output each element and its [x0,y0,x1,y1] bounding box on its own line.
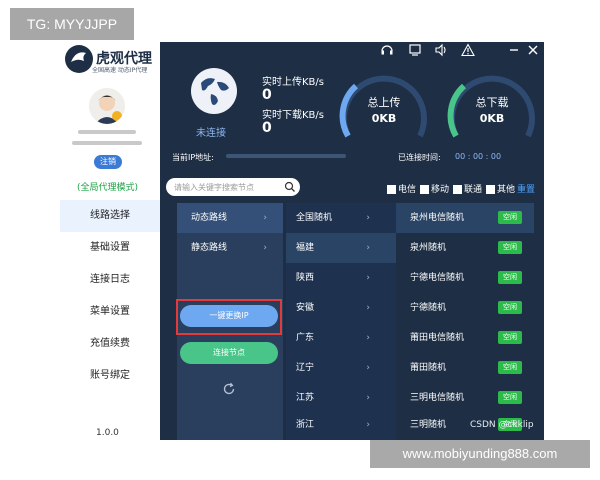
region-item[interactable]: 全国随机 › [286,203,396,233]
node-item[interactable]: 三明电信随机 空闲 [396,383,534,413]
region-item[interactable]: 安徽 › [286,293,396,323]
filter-unicom[interactable]: 联通 [453,182,482,195]
account-id-blurred [78,130,136,134]
route-type-dynamic[interactable]: 动态路线 › [177,203,283,233]
node-item[interactable]: 宁德电信随机 空闲 [396,263,534,293]
status-badge: 空闲 [498,271,522,284]
message-icon[interactable] [408,43,422,57]
csdn-watermark: CSDN @ckklip [470,420,534,430]
current-ip-label: 当前IP地址: [172,153,214,162]
search-placeholder: 请输入关键字搜索节点 [174,183,254,192]
total-download-label: 总下载 [475,96,509,109]
refresh-icon[interactable] [222,382,236,396]
sidebar-item-menu-settings[interactable]: 菜单设置 [60,296,160,328]
tiger-logo-icon [65,45,93,73]
region-item[interactable]: 江苏 › [286,383,396,413]
filter-mobile[interactable]: 移动 [420,182,449,195]
total-upload-value: 0KB [371,112,397,125]
status-badge: 空闲 [498,301,522,314]
node-item[interactable]: 莆田电信随机 空闲 [396,323,534,353]
sidebar-item-basic-settings[interactable]: 基础设置 [60,232,160,264]
node-item[interactable]: 宁德随机 空闲 [396,293,534,323]
region-item[interactable]: 陕西 › [286,263,396,293]
sidebar-item-connection-log[interactable]: 连接日志 [60,264,160,296]
headset-icon[interactable] [380,43,394,57]
search-icon[interactable] [284,181,296,193]
sidebar-item-account-binding[interactable]: 账号绑定 [60,360,160,392]
connected-time-value: 00 : 00 : 00 [455,152,502,161]
expiry-blurred [72,141,142,145]
minimize-icon[interactable] [508,44,520,56]
download-speed-value: 0 [262,120,272,136]
current-ip-blurred [226,154,346,158]
node-item[interactable]: 莆田随机 空闲 [396,353,534,383]
connection-state: 未连接 [196,128,226,139]
region-item[interactable]: 辽宁 › [286,353,396,383]
filter-other[interactable]: 其他 [486,182,515,195]
status-badge: 空闲 [498,331,522,344]
sidebar-item-route[interactable]: 线路选择 [60,200,160,232]
upload-speed-label: 实时上传KB/s [262,77,324,88]
avatar[interactable] [89,88,125,124]
sidebar-item-recharge[interactable]: 充值续费 [60,328,160,360]
reset-button[interactable]: 重置 [517,182,535,195]
status-badge: 空闲 [498,391,522,404]
route-type-static[interactable]: 静态路线 › [177,233,283,263]
filter-telecom[interactable]: 电信 [387,182,416,195]
switch-ip-button[interactable]: 一键更换IP [180,305,278,327]
region-item[interactable]: 广东 › [286,323,396,353]
status-badge: 空闲 [498,361,522,374]
status-badge: 空闲 [498,241,522,254]
site-watermark: www.mobiyunding888.com [370,440,590,468]
node-item[interactable]: 泉州随机 空闲 [396,233,534,263]
telegram-watermark: TG: MYYJJPP [10,8,134,40]
version-label: 1.0.0 [96,428,119,438]
connect-node-button[interactable]: 连接节点 [180,342,278,364]
download-speed-label: 实时下载KB/s [262,110,324,121]
logout-button[interactable]: 注销 [94,155,122,169]
warning-icon[interactable] [461,43,475,57]
total-upload-label: 总上传 [367,96,401,109]
globe-icon [191,68,237,114]
upload-speed-value: 0 [262,87,272,103]
region-item[interactable]: 浙江 › [286,410,396,440]
node-item[interactable]: 泉州电信随机 空闲 [396,203,534,233]
status-badge: 空闲 [498,211,522,224]
total-download-value: 0KB [479,112,505,125]
close-icon[interactable] [527,44,539,56]
connected-time-label: 已连接时间: [398,153,441,162]
speaker-icon[interactable] [434,43,448,57]
region-item[interactable]: 福建 › [286,233,396,263]
brand-tagline: 全国高速 动态IP代理 [92,67,148,74]
proxy-mode-label: (全局代理模式) [77,183,139,193]
